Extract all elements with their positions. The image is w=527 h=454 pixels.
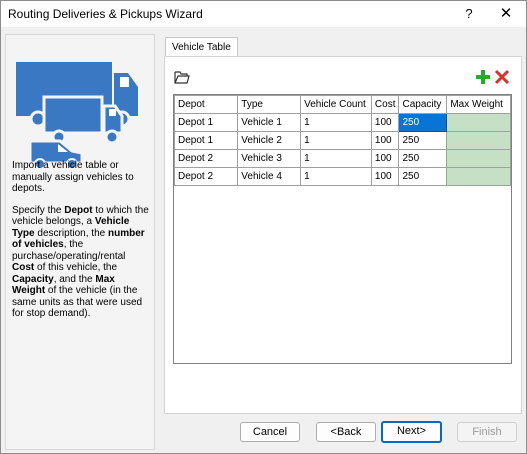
cell-capacity-selected[interactable]: 250	[398, 113, 448, 132]
header-depot[interactable]: Depot	[174, 95, 239, 114]
cell-depot[interactable]: Depot 2	[174, 149, 239, 168]
table-header-row: Depot Type Vehicle Count Cost Capacity M…	[174, 95, 511, 114]
next-button[interactable]: Next>	[381, 421, 442, 443]
table-row[interactable]: Depot 1 Vehicle 2 1 100 250	[174, 131, 511, 150]
desc-text: of this vehicle, the	[34, 262, 118, 273]
cell-max-weight[interactable]	[446, 131, 511, 150]
table-row[interactable]: Depot 2 Vehicle 3 1 100 250	[174, 149, 511, 168]
instructions-text: Import a vehicle table or manually assig…	[12, 160, 150, 330]
desc-text: , and the	[53, 273, 96, 285]
cell-capacity[interactable]: 250	[398, 149, 448, 168]
cancel-button[interactable]: Cancel	[240, 422, 300, 442]
cell-depot[interactable]: Depot 2	[174, 167, 239, 186]
vehicle-table: Depot Type Vehicle Count Cost Capacity M…	[174, 95, 511, 186]
cell-cost[interactable]: 100	[370, 167, 400, 186]
table-row[interactable]: Depot 1 Vehicle 1 1 100 250	[174, 113, 511, 132]
close-button[interactable]: ✕	[495, 4, 517, 24]
desc-capacity: Capacity	[12, 273, 54, 285]
plus-icon[interactable]	[475, 69, 491, 85]
intro-paragraph: Import a vehicle table or manually assig…	[12, 160, 134, 194]
back-button[interactable]: <Back	[316, 422, 376, 442]
cell-type[interactable]: Vehicle 1	[237, 113, 302, 132]
desc-text: Specify the	[12, 204, 65, 216]
delete-x-icon[interactable]	[494, 69, 510, 85]
finish-button[interactable]: Finish	[457, 422, 517, 442]
table-row[interactable]: Depot 2 Vehicle 4 1 100 250	[174, 167, 511, 186]
header-capacity[interactable]: Capacity	[398, 95, 448, 114]
cell-vehicle-count[interactable]: 1	[300, 149, 372, 168]
title-bar: Routing Deliveries & Pickups Wizard ? ✕	[1, 1, 526, 27]
cell-type[interactable]: Vehicle 4	[237, 167, 302, 186]
desc-text: description, the	[34, 227, 108, 239]
header-max-weight[interactable]: Max Weight	[446, 95, 511, 114]
cell-max-weight[interactable]	[446, 113, 511, 132]
header-type[interactable]: Type	[237, 95, 302, 114]
cell-type[interactable]: Vehicle 2	[237, 131, 302, 150]
header-vehicle-count[interactable]: Vehicle Count	[300, 95, 372, 114]
tab-vehicle-table[interactable]: Vehicle Table	[165, 37, 238, 56]
cell-type[interactable]: Vehicle 3	[237, 149, 302, 168]
cell-vehicle-count[interactable]: 1	[300, 167, 372, 186]
window-title: Routing Deliveries & Pickups Wizard	[8, 7, 203, 21]
cell-max-weight[interactable]	[446, 167, 511, 186]
cell-max-weight[interactable]	[446, 149, 511, 168]
desc-depot: Depot	[64, 204, 93, 216]
cell-depot[interactable]: Depot 1	[174, 131, 239, 150]
cell-cost[interactable]: 100	[370, 149, 400, 168]
help-button[interactable]: ?	[459, 4, 479, 24]
field-description-paragraph: Specify the Depot to which the vehicle b…	[12, 205, 150, 320]
wizard-window: Routing Deliveries & Pickups Wizard ? ✕	[0, 0, 527, 454]
header-cost[interactable]: Cost	[370, 95, 400, 114]
cell-capacity[interactable]: 250	[398, 131, 448, 150]
folder-open-icon[interactable]	[174, 69, 190, 85]
vehicle-grid[interactable]: Depot Type Vehicle Count Cost Capacity M…	[173, 94, 512, 364]
cell-vehicle-count[interactable]: 1	[300, 113, 372, 132]
desc-cost: Cost	[12, 262, 35, 273]
cell-vehicle-count[interactable]: 1	[300, 131, 372, 150]
vehicle-table-panel: Depot Type Vehicle Count Cost Capacity M…	[164, 56, 522, 414]
instructions-panel: Import a vehicle table or manually assig…	[5, 34, 155, 450]
cell-cost[interactable]: 100	[370, 131, 400, 150]
cell-depot[interactable]: Depot 1	[174, 113, 239, 132]
cell-cost[interactable]: 100	[370, 113, 400, 132]
cell-capacity[interactable]: 250	[398, 167, 448, 186]
vehicles-illustration-icon	[16, 62, 138, 169]
